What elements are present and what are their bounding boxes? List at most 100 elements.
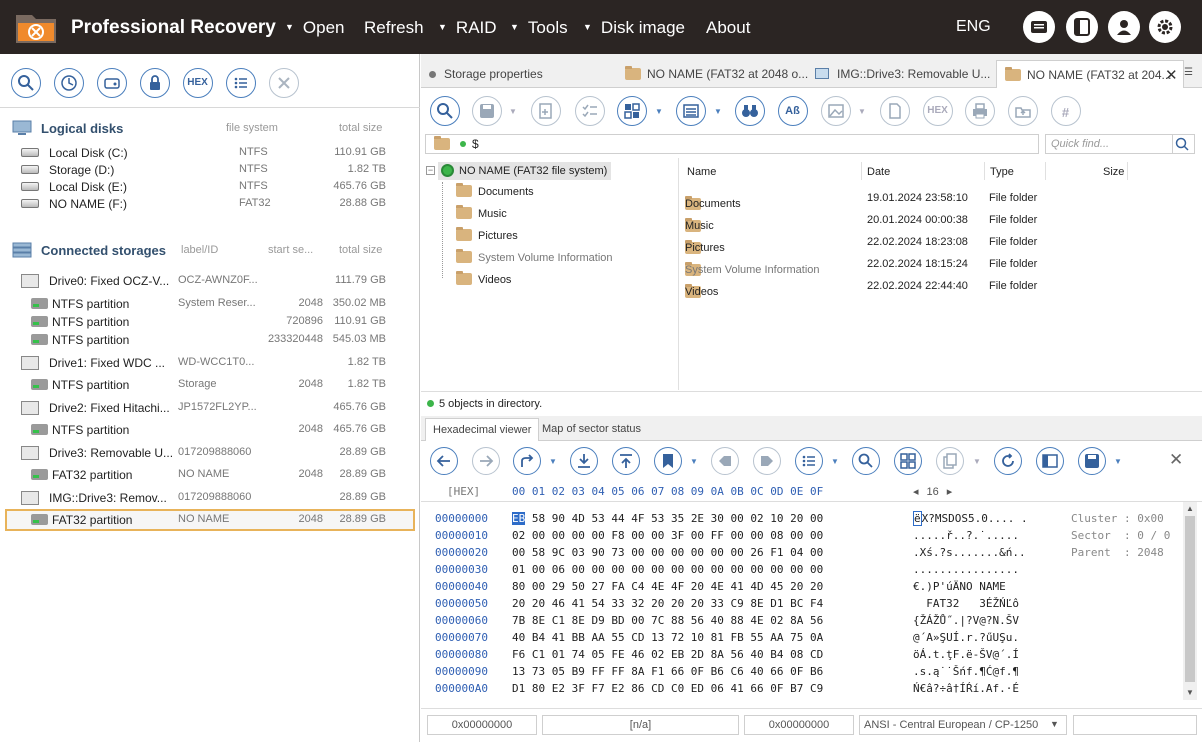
scroll-thumb[interactable] — [1185, 516, 1195, 682]
file-row[interactable]: Videos 22.02.2024 22:44:40 File folder — [679, 274, 1202, 298]
tab-list-chevron-icon[interactable]: ☰ — [1184, 67, 1193, 78]
back-button[interactable] — [430, 447, 458, 475]
storage-drive-row[interactable]: Drive2: Fixed Hitachi... JP1572FL2YP... 46… — [0, 399, 420, 417]
hex-find-button[interactable] — [852, 447, 880, 475]
logical-disk-row[interactable]: Storage (D:) NTFS 1.82 TB — [0, 161, 420, 179]
logical-disk-row[interactable]: NO NAME (F:) FAT32 28.88 GB — [0, 195, 420, 213]
logical-disk-row[interactable]: Local Disk (C:) NTFS 110.91 GB — [0, 144, 420, 162]
menu-disk-image[interactable]: ▼ Disk image — [583, 18, 685, 38]
add-to-list-button[interactable] — [531, 96, 561, 126]
chevron-down-icon[interactable]: ▼ — [973, 457, 981, 466]
hex-save-button[interactable] — [1078, 447, 1106, 475]
file-row[interactable]: Documents 19.01.2024 23:58:10 File folder — [679, 186, 1202, 210]
storage-drive-row[interactable]: IMG::Drive3: Remov... 017209888060 28.89 G… — [0, 489, 420, 507]
hex-bytes[interactable]: EB 58 90 4D 53 44 4F 53 35 2E 30 00 02 1… — [512, 510, 823, 697]
checklist-button[interactable] — [575, 96, 605, 126]
tree-item-documents[interactable]: Documents — [456, 183, 534, 198]
partition-row[interactable]: FAT32 partition NO NAME 2048 28.89 GB — [0, 466, 420, 484]
quick-find-input[interactable]: Quick find... — [1045, 134, 1173, 154]
recovery-button[interactable] — [54, 68, 84, 98]
file-row[interactable]: System Volume Information 22.02.2024 18:1… — [679, 252, 1202, 276]
lock-button[interactable] — [140, 68, 170, 98]
menu-tools[interactable]: ▼ Tools — [510, 18, 568, 38]
reload-button[interactable] — [994, 447, 1022, 475]
arrow-left-icon[interactable]: ◂ — [913, 486, 919, 498]
tab-img-drive3[interactable]: IMG::Drive3: Removable U... — [815, 60, 995, 88]
print-button[interactable] — [965, 96, 995, 126]
save-button[interactable] — [472, 96, 502, 126]
hex-cursor-byte[interactable]: EB — [512, 512, 526, 525]
hex-button[interactable]: HEX — [183, 68, 213, 98]
tab-hexadecimal-viewer[interactable]: Hexadecimal viewer — [425, 418, 540, 441]
bytes-per-row-control[interactable]: ◂ 16 ▸ — [913, 485, 952, 498]
partition-row[interactable]: NTFS partition 2048 465.76 GB — [0, 421, 420, 439]
chevron-down-icon[interactable]: ▼ — [714, 107, 722, 116]
chevron-down-icon[interactable]: ▼ — [858, 107, 866, 116]
partition-row[interactable]: NTFS partition Storage 2048 1.82 TB — [0, 376, 420, 394]
next-bookmark-button[interactable] — [753, 447, 781, 475]
forward-button[interactable] — [472, 447, 500, 475]
column-header-name[interactable]: Name — [687, 166, 716, 178]
tree-item-system-volume-information[interactable]: System Volume Information — [456, 249, 613, 264]
templates-button[interactable] — [795, 447, 823, 475]
chevron-down-icon[interactable]: ▼ — [690, 457, 698, 466]
panel-button[interactable] — [1036, 447, 1064, 475]
preview-button[interactable] — [821, 96, 851, 126]
menu-raid[interactable]: ▼ RAID — [438, 18, 497, 38]
menu-about[interactable]: About — [706, 18, 750, 38]
tree-item-music[interactable]: Music — [456, 205, 507, 220]
chevron-down-icon[interactable]: ▼ — [549, 457, 557, 466]
partition-row[interactable]: NTFS partition System Reser... 2048 350.02 … — [0, 295, 420, 313]
logical-disk-row[interactable]: Local Disk (E:) NTFS 465.76 GB — [0, 178, 420, 196]
hex-file-button[interactable]: HEX — [923, 96, 953, 126]
tab-no-name-fat32-1[interactable]: NO NAME (FAT32 at 2048 o... — [625, 60, 811, 88]
tree-root[interactable]: NO NAME (FAT32 file system) — [438, 162, 612, 180]
tree-item-pictures[interactable]: Pictures — [456, 227, 518, 242]
scan-button[interactable] — [11, 68, 41, 98]
remove-button[interactable] — [269, 68, 299, 98]
tab-map-of-sector-status[interactable]: Map of sector status — [535, 418, 648, 441]
details-button[interactable] — [676, 96, 706, 126]
encoding-select[interactable]: ANSI - Central European / CP-1250 ▼ — [859, 715, 1067, 735]
column-header-size[interactable]: Size — [1103, 166, 1124, 178]
hex-ascii[interactable]: ëX?MSDOS5.0.... . .....ř..?.˙..... .Xś.?… — [913, 510, 1028, 697]
hash-button[interactable]: # — [1051, 96, 1081, 126]
scroll-up-icon[interactable]: ▲ — [1186, 504, 1194, 513]
storage-drive-row[interactable]: Drive1: Fixed WDC ... WD-WCC1T0... 1.82 TB — [0, 354, 420, 372]
quick-find-button[interactable] — [1173, 134, 1195, 154]
tree-item-videos[interactable]: Videos — [456, 271, 511, 286]
search-files-button[interactable] — [735, 96, 765, 126]
goto-button[interactable] — [513, 447, 541, 475]
partition-row[interactable]: NTFS partition 720896 110.91 GB — [0, 313, 420, 331]
hex-scrollbar[interactable]: ▲ ▼ — [1183, 502, 1197, 700]
open-file-button[interactable] — [880, 96, 910, 126]
scroll-down-icon[interactable]: ▼ — [1186, 688, 1194, 697]
column-header-type[interactable]: Type — [990, 166, 1014, 178]
encoding-button[interactable]: Aß — [778, 96, 808, 126]
arrow-right-icon[interactable]: ▸ — [947, 486, 953, 498]
storage-drive-row[interactable]: Drive0: Fixed OCZ-V... OCZ-AWNZ0F... 111.7… — [0, 272, 420, 290]
chevron-down-icon[interactable]: ▼ — [1114, 457, 1122, 466]
copy-button[interactable] — [936, 447, 964, 475]
create-image-button[interactable] — [97, 68, 127, 98]
menu-open[interactable]: ▼ Open — [285, 18, 345, 38]
partition-row[interactable]: FAT32 partition NO NAME 2048 28.89 GB — [0, 511, 420, 529]
file-row[interactable]: Pictures 22.02.2024 18:23:08 File folder — [679, 230, 1202, 254]
chevron-down-icon[interactable]: ▼ — [509, 107, 517, 116]
goto-end-button[interactable] — [570, 447, 598, 475]
find-button[interactable] — [430, 96, 460, 126]
settings-button[interactable] — [1149, 11, 1181, 43]
layout-button[interactable] — [894, 447, 922, 475]
up-folder-button[interactable] — [1008, 96, 1038, 126]
menu-refresh[interactable]: Refresh — [364, 18, 424, 38]
view-mode-button[interactable] — [617, 96, 647, 126]
bookmark-button[interactable] — [654, 447, 682, 475]
storage-drive-row[interactable]: Drive3: Removable U... 017209888060 28.89 … — [0, 444, 420, 462]
file-row[interactable]: Music 20.01.2024 00:00:38 File folder — [679, 208, 1202, 232]
panel-toggle-button[interactable] — [1066, 11, 1098, 43]
goto-start-button[interactable] — [612, 447, 640, 475]
tab-no-name-fat32-active[interactable]: NO NAME (FAT32 at 204... ✕ — [996, 60, 1184, 88]
close-hex-viewer-icon[interactable]: ✕ — [1169, 450, 1183, 470]
close-tab-icon[interactable]: ✕ — [1165, 66, 1178, 84]
chevron-down-icon[interactable]: ▼ — [831, 457, 839, 466]
